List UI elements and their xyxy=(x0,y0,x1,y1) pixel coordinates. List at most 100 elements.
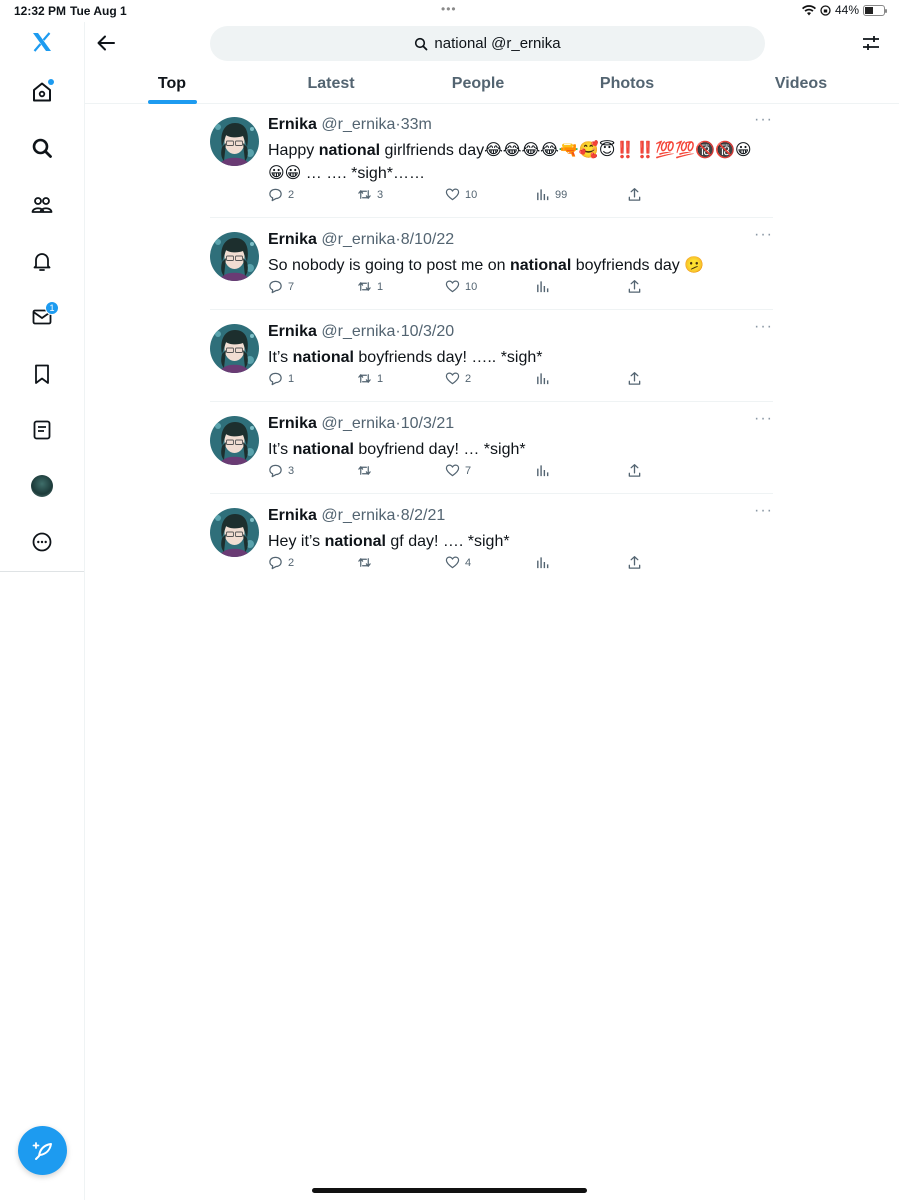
tweet-more-icon[interactable]: ··· xyxy=(754,318,773,336)
notifications-bell-icon[interactable] xyxy=(22,241,62,281)
retweet-button[interactable]: 3 xyxy=(357,187,383,202)
share-button[interactable] xyxy=(627,463,642,478)
back-button[interactable] xyxy=(94,31,118,55)
retweet-button[interactable] xyxy=(357,555,377,570)
home-icon[interactable] xyxy=(22,72,62,112)
tweet-actions: 7 1 10 xyxy=(268,279,648,297)
tweet-avatar[interactable] xyxy=(210,232,259,281)
tab-people[interactable]: People xyxy=(452,75,504,93)
search-icon xyxy=(415,37,428,50)
tweet-avatar[interactable] xyxy=(210,416,259,465)
share-button[interactable] xyxy=(627,555,642,570)
x-logo-icon[interactable] xyxy=(22,22,62,62)
views-button[interactable] xyxy=(535,463,555,478)
tweet-author-name[interactable]: Ernika xyxy=(268,323,317,340)
like-button[interactable]: 4 xyxy=(445,555,471,570)
tweet-author-name[interactable]: Ernika xyxy=(268,116,317,133)
retweet-icon xyxy=(358,466,371,475)
compose-feather-icon xyxy=(32,1141,52,1160)
share-button[interactable] xyxy=(627,371,642,386)
retweet-count: 3 xyxy=(377,188,384,201)
reply-button[interactable]: 2 xyxy=(268,555,294,570)
tweet-avatar[interactable] xyxy=(210,324,259,373)
share-icon xyxy=(628,464,641,477)
like-heart-icon xyxy=(445,556,460,569)
like-button[interactable]: 10 xyxy=(445,187,477,202)
tweet-actions: 2 3 10 99 xyxy=(268,187,648,205)
tweet-more-icon[interactable]: ··· xyxy=(754,111,773,129)
tweet-actions: 37 xyxy=(268,463,648,481)
tweet[interactable]: Ernika @r_ernika·10/3/20 ··· It’s nation… xyxy=(210,310,773,402)
multitasking-dots-icon[interactable]: ••• xyxy=(441,2,457,16)
retweet-button[interactable] xyxy=(357,463,377,478)
explore-search-icon[interactable] xyxy=(22,128,62,168)
reply-button[interactable]: 2 xyxy=(268,187,294,202)
tweet-author-handle: @r_ernika xyxy=(321,415,396,432)
tweet-avatar[interactable] xyxy=(210,508,259,557)
reply-icon xyxy=(269,556,282,570)
replie-count: 3 xyxy=(288,464,295,477)
status-bar: 12:32 PM Tue Aug 1 ••• 44% xyxy=(0,0,899,22)
retweet-icon xyxy=(358,374,371,383)
tweet[interactable]: Ernika @r_ernika·8/2/21 ··· Hey it’s nat… xyxy=(210,494,773,586)
tweet-more-icon[interactable]: ··· xyxy=(754,226,773,244)
tweet-more-icon[interactable]: ··· xyxy=(754,502,773,520)
tab-latest[interactable]: Latest xyxy=(307,75,354,93)
search-filter-button[interactable] xyxy=(859,31,883,55)
reply-button[interactable]: 3 xyxy=(268,463,294,478)
home-indicator[interactable] xyxy=(312,1188,587,1193)
compose-tweet-button[interactable] xyxy=(18,1126,67,1175)
like-button[interactable]: 10 xyxy=(445,279,477,294)
tweet-timestamp[interactable]: 10/3/20 xyxy=(401,323,454,340)
more-options-icon[interactable] xyxy=(22,522,62,562)
retweet-icon xyxy=(358,558,371,567)
tab-videos[interactable]: Videos xyxy=(775,75,827,93)
views-chart-icon xyxy=(537,281,549,293)
tweet-avatar[interactable] xyxy=(210,117,259,166)
views-button[interactable]: 99 xyxy=(535,187,567,202)
communities-icon[interactable] xyxy=(22,185,62,225)
tweet-header: Ernika @r_ernika·10/3/20 xyxy=(268,323,454,341)
tweet-timestamp[interactable]: 8/2/21 xyxy=(401,507,445,524)
tweet-author-name[interactable]: Ernika xyxy=(268,507,317,524)
tweet-more-icon[interactable]: ··· xyxy=(754,410,773,428)
tweet[interactable]: Ernika @r_ernika·33m ··· Happy national … xyxy=(210,103,773,218)
views-chart-icon xyxy=(537,189,549,201)
share-button[interactable] xyxy=(627,279,642,294)
retweet-count: 1 xyxy=(377,372,384,385)
like-heart-icon xyxy=(445,280,460,293)
retweet-button[interactable]: 1 xyxy=(357,371,383,386)
views-chart-icon xyxy=(537,465,549,477)
bookmarks-icon[interactable] xyxy=(22,354,62,394)
views-button[interactable] xyxy=(535,371,555,386)
profile-avatar[interactable] xyxy=(22,466,62,506)
messages-mail-icon[interactable]: 1 xyxy=(22,297,62,337)
like-button[interactable]: 2 xyxy=(445,371,471,386)
reply-button[interactable]: 1 xyxy=(268,371,294,386)
search-query[interactable]: national @r_ernika xyxy=(434,35,560,52)
reply-icon xyxy=(269,188,282,202)
anime-avatar-image xyxy=(210,416,259,465)
reply-icon xyxy=(269,464,282,478)
share-button[interactable] xyxy=(627,187,642,202)
tweet-author-name[interactable]: Ernika xyxy=(268,231,317,248)
tweet-timestamp[interactable]: 8/10/22 xyxy=(401,231,454,248)
like-count: 4 xyxy=(465,556,472,569)
tweet-timestamp[interactable]: 10/3/21 xyxy=(401,415,454,432)
views-button[interactable] xyxy=(535,555,555,570)
status-time: 12:32 PM xyxy=(14,4,67,18)
tweet-author-name[interactable]: Ernika xyxy=(268,415,317,432)
tab-top[interactable]: Top xyxy=(158,75,186,93)
battery-icon xyxy=(863,4,887,16)
search-bar[interactable]: national @r_ernika xyxy=(210,26,765,61)
like-button[interactable]: 7 xyxy=(445,463,471,478)
lists-icon[interactable] xyxy=(22,410,62,450)
retweet-button[interactable]: 1 xyxy=(357,279,383,294)
replie-count: 7 xyxy=(288,280,295,293)
tweet[interactable]: Ernika @r_ernika·10/3/21 ··· It’s nation… xyxy=(210,402,773,494)
tab-photos[interactable]: Photos xyxy=(600,75,654,93)
views-button[interactable] xyxy=(535,279,555,294)
tweet-timestamp[interactable]: 33m xyxy=(401,116,432,133)
reply-button[interactable]: 7 xyxy=(268,279,294,294)
tweet[interactable]: Ernika @r_ernika·8/10/22 ··· So nobody i… xyxy=(210,218,773,310)
